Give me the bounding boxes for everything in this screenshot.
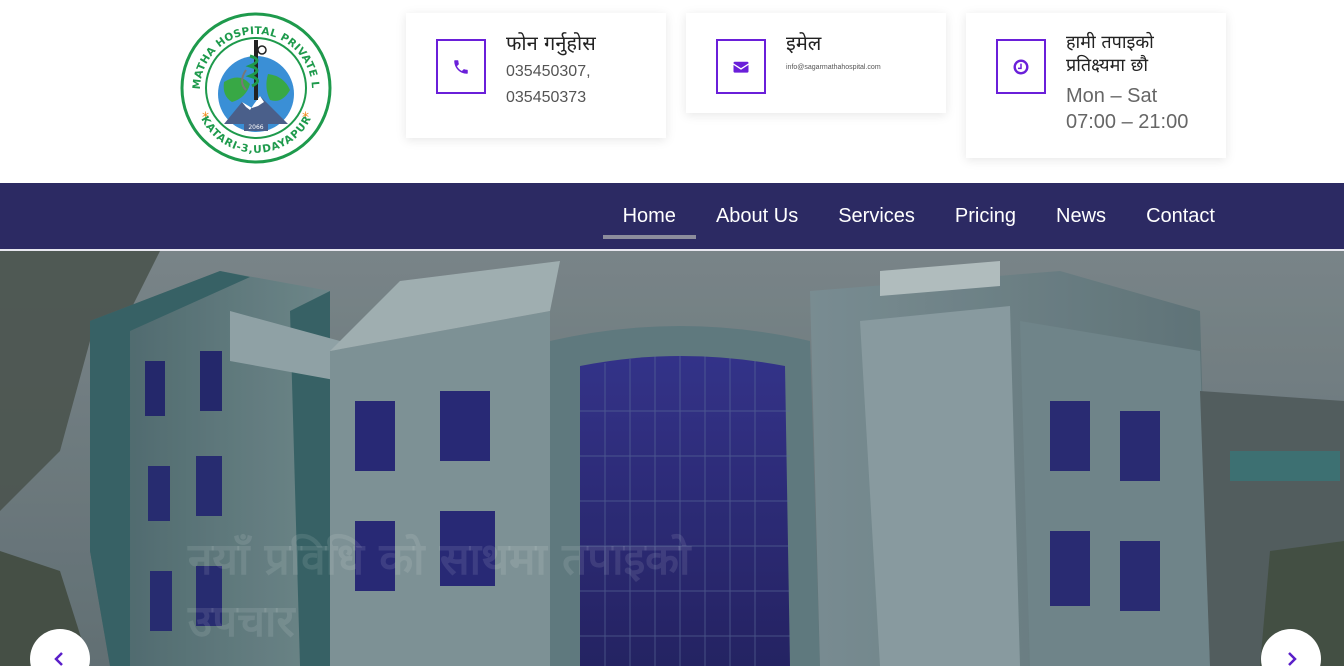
nav-item-pricing[interactable]: Pricing <box>935 183 1036 249</box>
phone-icon <box>454 59 468 74</box>
hours-title: हामी तपाइको प्रतिक्ष्यमा छौ <box>1066 31 1216 77</box>
hero-caption: नयाँ प्रविधि को साथमा तपाइको उपचार <box>188 529 848 653</box>
hours-card-text: हामी तपाइको प्रतिक्ष्यमा छौ Mon – Sat 07… <box>1066 31 1216 135</box>
phone-number-2[interactable]: 035450373 <box>506 85 656 111</box>
nav-item-home[interactable]: Home <box>602 183 697 249</box>
nav-item-news[interactable]: News <box>1036 183 1126 249</box>
phone-card: फोन गर्नुहोस 035450307, 035450373 <box>406 13 666 138</box>
hero-caption-line1: नयाँ प्रविधि को साथमा तपाइको <box>188 534 691 585</box>
email-card: इमेल info@sagarmathahospital.com <box>686 13 946 113</box>
opening-days: Mon – Sat <box>1066 85 1158 107</box>
clock-icon-box <box>996 39 1046 94</box>
nav-item-contact[interactable]: Contact <box>1126 183 1235 249</box>
nav-item-services[interactable]: Services <box>818 183 935 249</box>
hours-title-line2: प्रतिक्ष्यमा छौ <box>1066 55 1149 76</box>
email-address[interactable]: info@sagarmathahospital.com <box>786 63 936 73</box>
nav-item-about-us[interactable]: About Us <box>696 183 818 249</box>
main-navbar: Home About Us Services Pricing News Cont… <box>0 183 1344 251</box>
nav-menu: Home About Us Services Pricing News Cont… <box>602 183 1235 249</box>
top-header: * * 2066 SAGARMATHA HOSPITAL PRIVATE LIM… <box>0 0 1344 183</box>
chevron-right-icon <box>1288 652 1297 666</box>
opening-time: 07:00 – 21:00 <box>1066 111 1189 133</box>
logo-year: 2066 <box>248 124 263 131</box>
hospital-logo[interactable]: * * 2066 SAGARMATHA HOSPITAL PRIVATE LIM… <box>175 3 332 164</box>
hero-caption-line2: उपचार <box>188 596 295 647</box>
hours-title-line1: हामी तपाइको <box>1066 32 1154 53</box>
phone-icon-box <box>436 39 486 94</box>
clock-icon <box>1013 59 1029 74</box>
hours-card: हामी तपाइको प्रतिक्ष्यमा छौ Mon – Sat 07… <box>966 13 1226 158</box>
envelope-icon <box>733 61 749 73</box>
phone-numbers[interactable]: 035450307, 035450373 <box>506 59 656 111</box>
phone-title: फोन गर्नुहोस <box>506 31 596 55</box>
phone-number-1[interactable]: 035450307, <box>506 59 656 85</box>
opening-hours: Mon – Sat 07:00 – 21:00 <box>1066 83 1216 135</box>
email-icon-box <box>716 39 766 94</box>
hospital-logo-seal: * * 2066 SAGARMATHA HOSPITAL PRIVATE LIM… <box>175 3 332 164</box>
email-card-text: इमेल info@sagarmathahospital.com <box>786 31 936 73</box>
chevron-left-icon <box>54 652 63 666</box>
phone-card-text: फोन गर्नुहोस 035450307, 035450373 <box>506 31 656 111</box>
email-title: इमेल <box>786 31 822 55</box>
hero-slider: नयाँ प्रविधि को साथमा तपाइको उपचार <box>0 251 1344 666</box>
